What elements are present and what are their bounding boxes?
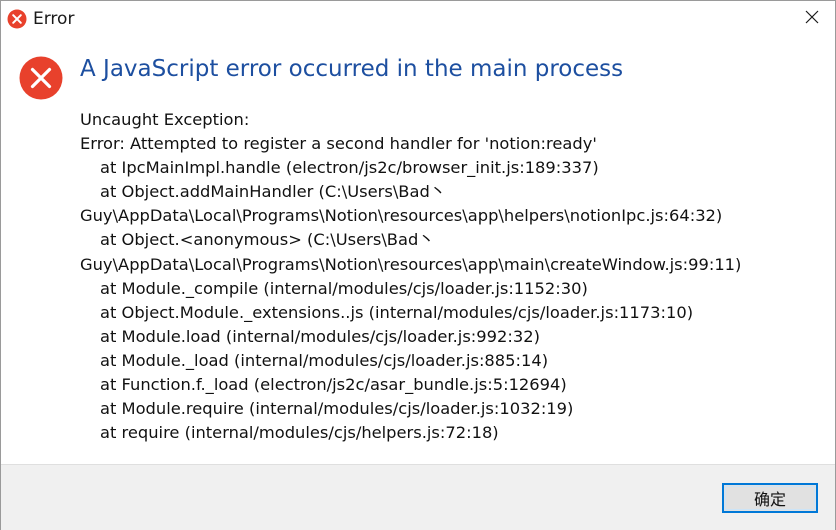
close-button[interactable]	[789, 1, 835, 36]
message-line: at Function.f._load (electron/js2c/asar_…	[100, 375, 567, 395]
message-line: at Object.addMainHandler (C:\Users\Bad丶	[100, 182, 447, 202]
message-line: Guy\AppData\Local\Programs\Notion\resour…	[80, 206, 723, 226]
message-line: at Module._compile (internal/modules/cjs…	[100, 278, 588, 298]
error-icon	[19, 56, 63, 100]
error-message: Uncaught Exception: Error: Attempted to r…	[80, 108, 825, 445]
title-bar: Error	[1, 1, 835, 36]
message-line: at IpcMainImpl.handle (electron/js2c/bro…	[100, 158, 599, 178]
message-line: at Module.load (internal/modules/cjs/loa…	[100, 326, 540, 346]
message-line: Uncaught Exception:	[80, 110, 250, 129]
message-line: at Module._load (internal/modules/cjs/lo…	[100, 350, 549, 370]
error-heading: A JavaScript error occurred in the main …	[80, 56, 624, 82]
message-line: at require (internal/modules/cjs/helpers…	[100, 423, 499, 443]
dialog-content: A JavaScript error occurred in the main …	[1, 36, 835, 464]
message-line: at Module.require (internal/modules/cjs/…	[100, 399, 574, 419]
message-line: at Object.<anonymous> (C:\Users\Bad丶	[100, 230, 435, 250]
message-line: at Object.Module._extensions..js (intern…	[100, 302, 694, 322]
close-icon	[804, 9, 820, 29]
button-bar: 确定	[1, 464, 835, 530]
window-title: Error	[33, 9, 75, 29]
error-dialog-window: Error A JavaScript error occurred in the…	[0, 0, 836, 530]
message-line: Guy\AppData\Local\Programs\Notion\resour…	[80, 254, 742, 274]
message-line: Error: Attempted to register a second ha…	[80, 134, 597, 154]
error-icon	[7, 9, 27, 29]
ok-button[interactable]: 确定	[722, 483, 818, 513]
